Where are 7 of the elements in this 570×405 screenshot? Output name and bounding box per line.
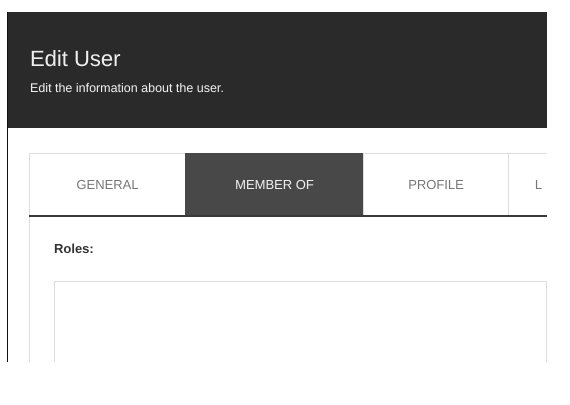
tab[interactable]: L bbox=[508, 153, 547, 215]
tab[interactable]: PROFILE bbox=[363, 153, 508, 215]
dialog-subtitle: Edit the information about the user. bbox=[30, 80, 225, 97]
dialog-title: Edit User bbox=[30, 48, 122, 70]
tab[interactable]: GENERAL bbox=[29, 153, 185, 215]
roles-label: Roles: bbox=[54, 240, 95, 258]
tab[interactable]: MEMBER OF bbox=[185, 153, 363, 215]
